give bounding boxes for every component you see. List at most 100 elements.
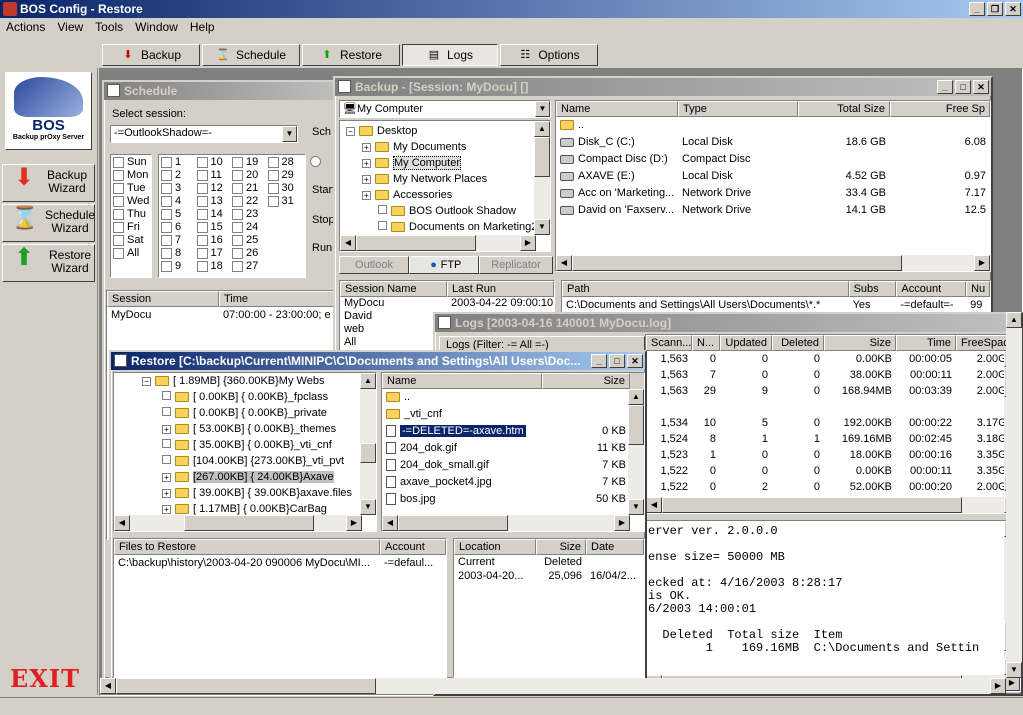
- tree-node[interactable]: + [267.00KB] { 24.00KB}Axave: [142, 469, 376, 485]
- col-time[interactable]: Time: [896, 335, 956, 351]
- date-checkbox[interactable]: 6: [161, 221, 197, 234]
- tree-node[interactable]: [ 0.00KB] { 0.00KB}_fpclass: [142, 389, 376, 405]
- restore-maximize-button[interactable]: □: [609, 354, 625, 368]
- table-row[interactable]: 1,522 0 2 0 52.00KB 00:00:20 2.00GB: [646, 479, 1020, 495]
- col-type[interactable]: Type: [678, 101, 798, 117]
- col-subs[interactable]: Subs: [848, 281, 897, 297]
- date-checkbox[interactable]: 14: [196, 208, 233, 221]
- date-checkbox[interactable]: 12: [196, 182, 233, 195]
- menu-tools[interactable]: Tools: [95, 18, 123, 38]
- col-account[interactable]: Account: [896, 281, 967, 297]
- col-date[interactable]: Date: [586, 539, 644, 555]
- expand-icon[interactable]: +: [162, 489, 171, 498]
- date-checkbox[interactable]: 31: [267, 195, 304, 208]
- table-row[interactable]: 1,563 7 0 0 38.00KB 00:00:11 2.00GB: [646, 367, 1020, 383]
- table-row[interactable]: 1,563 29 9 0 168.94MB 00:03:39 2.00GB: [646, 383, 1020, 399]
- date-checkbox[interactable]: 4: [161, 195, 197, 208]
- table-row[interactable]: bos.jpg 50 KB: [382, 491, 644, 508]
- col-size[interactable]: Size: [542, 373, 630, 389]
- minimize-button[interactable]: _: [969, 2, 985, 16]
- table-row[interactable]: MyDocu 07:00:00 - 23:00:00; e: [107, 307, 337, 324]
- date-checkbox[interactable]: [268, 208, 304, 221]
- expand-icon[interactable]: +: [162, 425, 171, 434]
- date-checkbox[interactable]: 10: [196, 156, 233, 169]
- expand-icon[interactable]: [162, 455, 171, 464]
- session-select[interactable]: -=OutlookShadow=- ▼: [110, 125, 298, 143]
- menu-actions[interactable]: Actions: [6, 18, 45, 38]
- date-checkbox[interactable]: 16: [196, 234, 233, 247]
- date-checkbox[interactable]: [268, 234, 304, 247]
- weekday-checkbox[interactable]: Tue: [113, 182, 149, 195]
- table-row[interactable]: AXAVE (E:) Local Disk 4.52 GB 0.97: [556, 168, 990, 185]
- exit-button[interactable]: EXIT: [10, 664, 80, 693]
- tree-node[interactable]: + My Computer: [340, 155, 550, 171]
- table-row[interactable]: Compact Disc (D:) Compact Disc: [556, 151, 990, 168]
- col-location[interactable]: Location: [454, 539, 536, 555]
- col-size[interactable]: Size: [536, 539, 586, 555]
- table-row[interactable]: 1,523 1 0 0 18.00KB 00:00:16 3.35GB: [646, 447, 1020, 463]
- expand-icon[interactable]: +: [362, 191, 371, 200]
- toolbar-restore-button[interactable]: ⬆ Restore: [302, 44, 400, 66]
- col-scanned[interactable]: Scann...: [646, 335, 692, 351]
- close-button[interactable]: ✕: [1005, 2, 1021, 16]
- date-checkbox[interactable]: 18: [196, 260, 233, 273]
- date-checkbox[interactable]: 15: [196, 221, 233, 234]
- expand-icon[interactable]: −: [346, 127, 355, 136]
- tree-node[interactable]: BOS Outlook Shadow: [340, 203, 550, 219]
- col-path[interactable]: Path: [562, 281, 849, 297]
- date-checkbox[interactable]: 26: [232, 247, 268, 260]
- expand-icon[interactable]: −: [142, 377, 151, 386]
- date-checkbox[interactable]: 30: [267, 182, 304, 195]
- table-row[interactable]: Disk_C (C:) Local Disk 18.6 GB 6.08: [556, 134, 990, 151]
- tree-node[interactable]: + My Documents: [340, 139, 550, 155]
- table-row[interactable]: C:\backup\history\2003-04-20 090006 MyDo…: [114, 555, 446, 572]
- date-checkbox[interactable]: 29: [267, 169, 304, 182]
- restore-wizard-button[interactable]: ⬆ Restore Wizard: [2, 244, 95, 282]
- table-row[interactable]: _vti_cnf: [382, 406, 644, 423]
- date-checkbox[interactable]: 19: [232, 156, 268, 169]
- tree-node[interactable]: Documents on Marketing2000: [340, 219, 550, 235]
- col-deleted[interactable]: Deleted: [772, 335, 824, 351]
- date-checkbox[interactable]: 2: [161, 169, 197, 182]
- col-number[interactable]: Nu: [966, 281, 990, 297]
- col-account[interactable]: Account: [380, 539, 446, 555]
- col-time[interactable]: Time: [219, 291, 337, 307]
- schedule-wizard-button[interactable]: ⌛ Schedule Wizard: [2, 204, 95, 242]
- date-checkbox[interactable]: 7: [161, 234, 197, 247]
- date-checkbox[interactable]: 28: [267, 156, 304, 169]
- col-files-to-restore[interactable]: Files to Restore: [114, 539, 380, 555]
- col-free-space[interactable]: Free Sp: [890, 101, 990, 117]
- date-checkbox[interactable]: [268, 247, 304, 260]
- table-row[interactable]: -=DELETED=-axave.htm 0 KB: [382, 423, 644, 440]
- table-row[interactable]: axave_pocket4.jpg 7 KB: [382, 474, 644, 491]
- menu-window[interactable]: Window: [135, 18, 178, 38]
- backup-maximize-button[interactable]: □: [955, 80, 971, 94]
- tree-node[interactable]: + Accessories: [340, 187, 550, 203]
- weekday-checkbox[interactable]: Mon: [113, 169, 149, 182]
- expand-icon[interactable]: +: [362, 159, 371, 168]
- date-checkbox[interactable]: 22: [232, 195, 268, 208]
- tree-node[interactable]: [ 35.00KB] { 0.00KB}_vti_cnf: [142, 437, 376, 453]
- weekday-checkbox[interactable]: Sat: [113, 234, 149, 247]
- col-session[interactable]: Session: [107, 291, 219, 307]
- restore-close-button[interactable]: ✕: [627, 354, 643, 368]
- backup-wizard-button[interactable]: ⬇ Backup Wizard: [2, 164, 95, 202]
- expand-icon[interactable]: [378, 205, 387, 214]
- tree-node[interactable]: [104.00KB] {273.00KB}_vti_pvt: [142, 453, 376, 469]
- restore-button[interactable]: ❐: [987, 2, 1003, 16]
- date-checkbox[interactable]: 20: [232, 169, 268, 182]
- date-checkbox[interactable]: 9: [161, 260, 197, 273]
- table-row[interactable]: 2003-04-20... 25,096 16/04/2...: [454, 569, 644, 583]
- date-checkbox[interactable]: 17: [196, 247, 233, 260]
- toolbar-backup-button[interactable]: ⬇ Backup: [102, 44, 200, 66]
- table-row[interactable]: 1,534 10 5 0 192.00KB 00:00:22 3.17GB: [646, 415, 1020, 431]
- date-checkbox[interactable]: 21: [232, 182, 268, 195]
- col-session-name[interactable]: Session Name: [340, 281, 447, 297]
- tree-node[interactable]: −[ 1.89MB] {360.00KB}My Webs: [142, 373, 376, 389]
- table-row[interactable]: MyDocu 2003-04-22 09:00:10: [340, 297, 554, 310]
- date-checkbox[interactable]: 8: [161, 247, 197, 260]
- date-checkbox[interactable]: 1: [161, 156, 197, 169]
- date-checkbox[interactable]: 24: [232, 221, 268, 234]
- table-row[interactable]: ..: [556, 117, 990, 134]
- tab-ftp[interactable]: ● FTP: [409, 256, 479, 274]
